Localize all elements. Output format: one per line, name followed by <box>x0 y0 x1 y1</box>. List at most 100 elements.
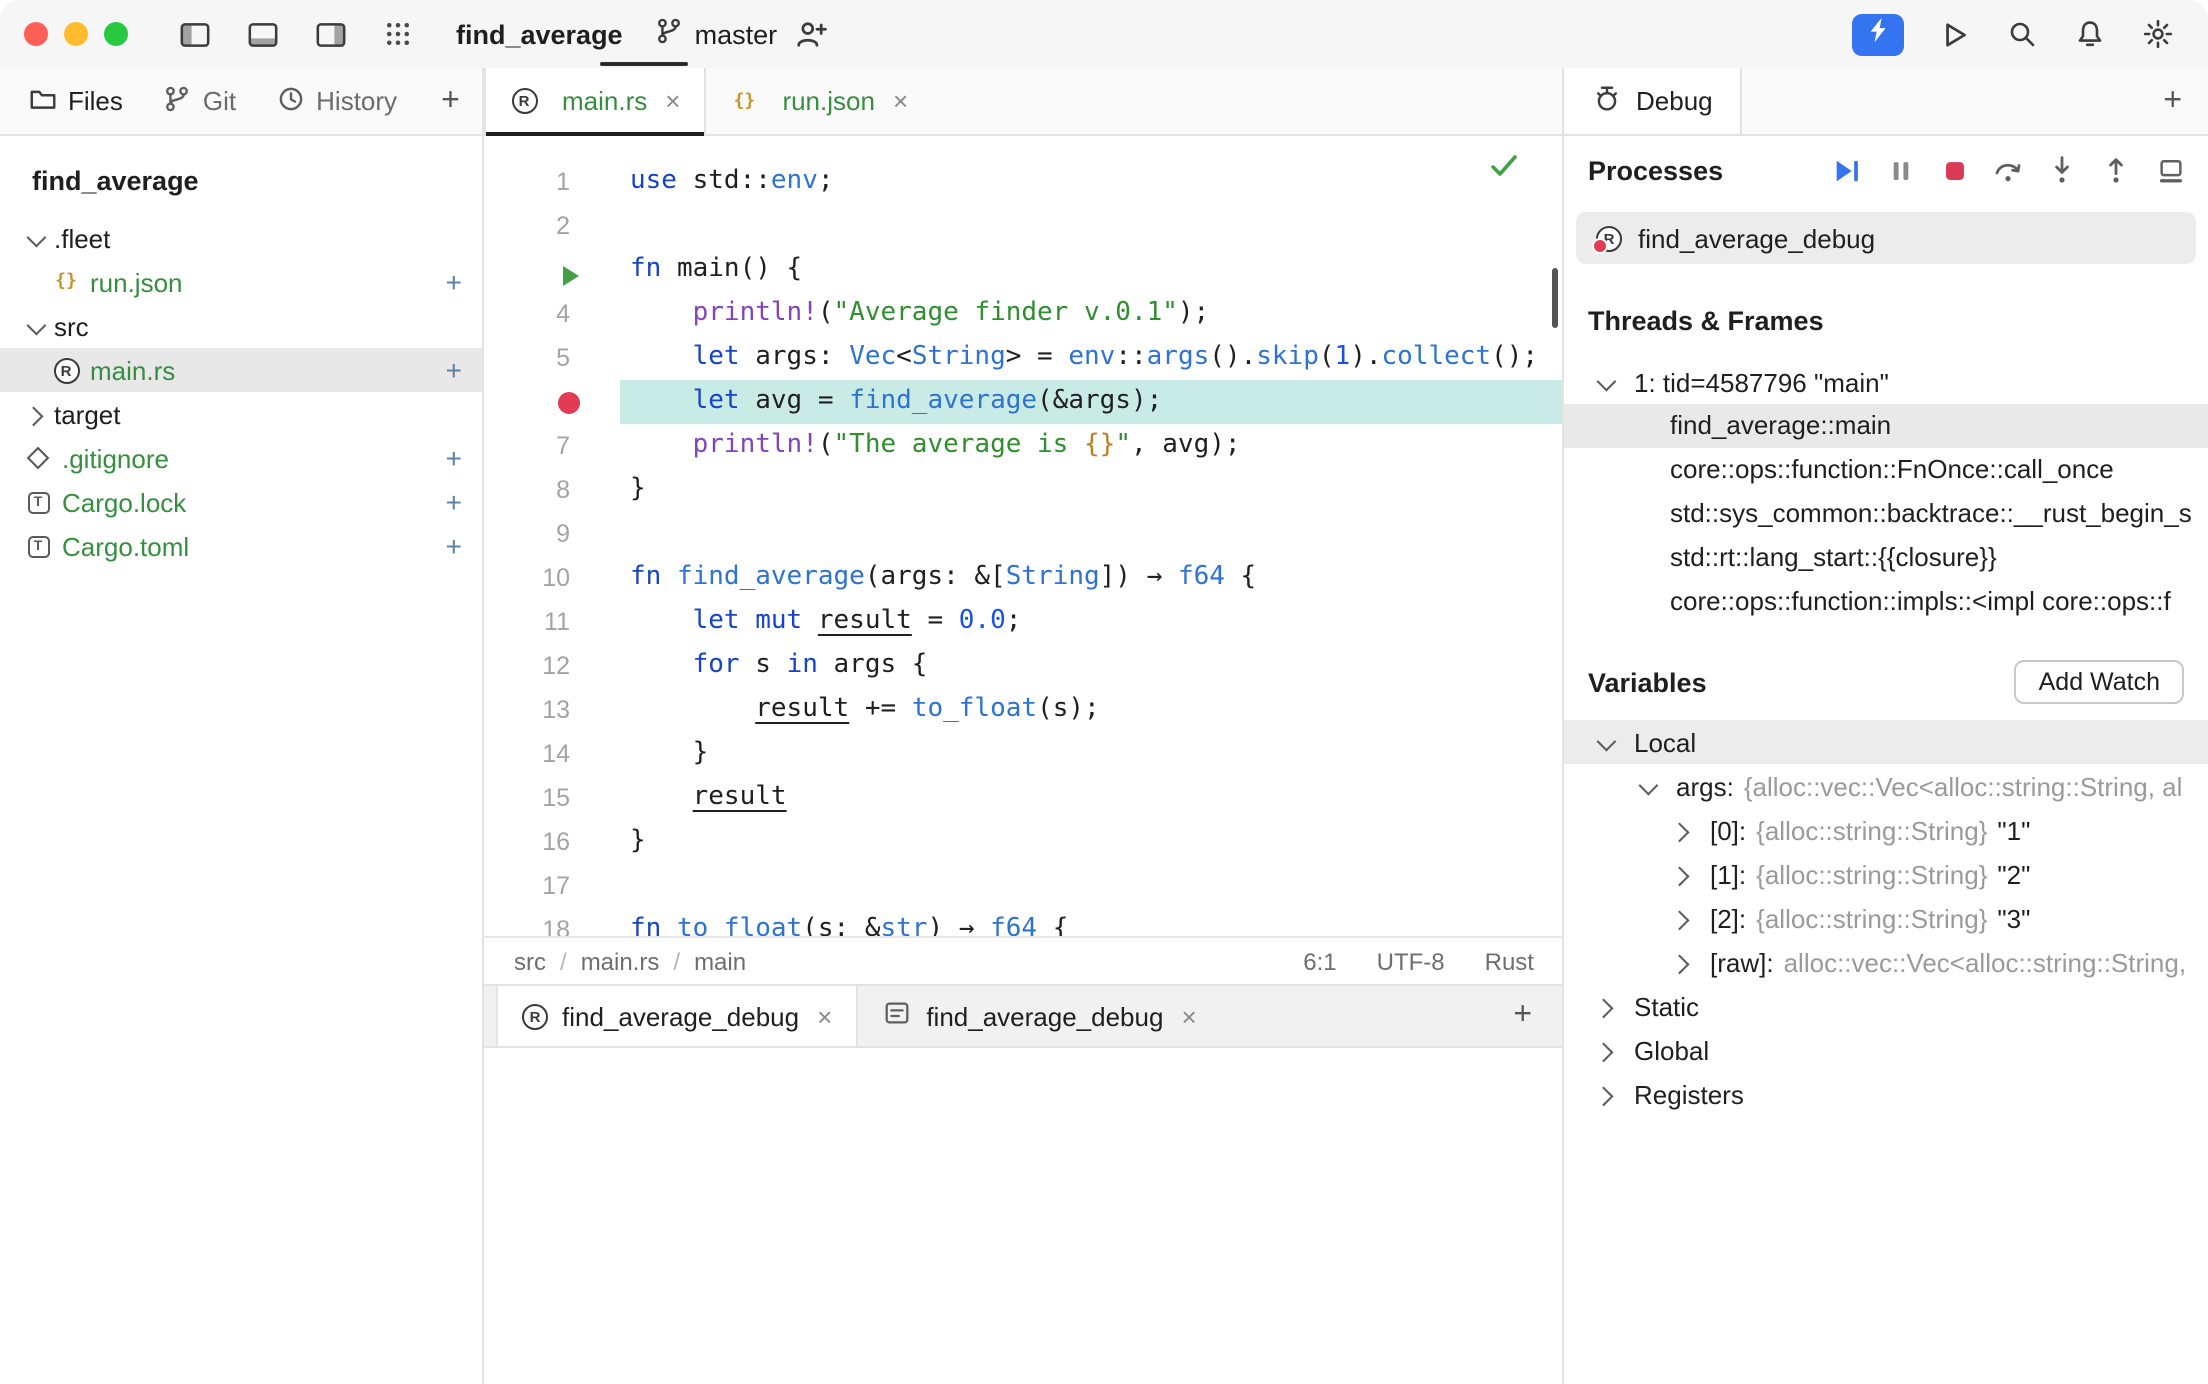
workspace-grid-icon[interactable] <box>374 10 422 58</box>
gutter-cell[interactable]: 2 <box>484 204 620 248</box>
add-watch-button[interactable]: Add Watch <box>2015 660 2184 704</box>
project-title[interactable]: find_average <box>456 19 623 49</box>
inspections-ok-icon[interactable] <box>1490 152 1518 188</box>
focus-frame-icon[interactable] <box>2154 154 2186 186</box>
code-line[interactable]: use std::env; <box>620 160 1562 204</box>
code-line-row[interactable]: 8} <box>484 468 1562 512</box>
breadcrumb-symbol[interactable]: main <box>694 947 746 975</box>
code-line[interactable]: println!("Average finder v.0.1"); <box>620 292 1562 336</box>
gutter-cell[interactable]: 15 <box>484 776 620 820</box>
tab-debug[interactable]: Debug <box>1564 68 1743 134</box>
code-line-row[interactable]: 10fn find_average(args: &[String]) → f64… <box>484 556 1562 600</box>
gutter-cell[interactable]: 4 <box>484 292 620 336</box>
tree-item-target[interactable]: target <box>0 392 482 436</box>
step-into-icon[interactable] <box>2046 154 2078 186</box>
code-line[interactable]: let mut result = 0.0; <box>620 600 1562 644</box>
bottom-tab-1[interactable]: find_average_debug× <box>858 986 1220 1046</box>
gutter-cell[interactable]: 13 <box>484 688 620 732</box>
editor-tab-run.json[interactable]: {}run.json× <box>706 68 932 134</box>
breadcrumb[interactable]: src / main.rs / main <box>514 947 746 975</box>
code-editor[interactable]: 1use std::env;2fn main() {4 println!("Av… <box>484 136 1562 936</box>
scope-registers[interactable]: Registers <box>1564 1072 2208 1116</box>
code-line[interactable]: for s in args { <box>620 644 1562 688</box>
code-line[interactable] <box>620 512 1562 556</box>
tree-item-.fleet[interactable]: .fleet <box>0 216 482 260</box>
gutter-cell[interactable]: 1 <box>484 160 620 204</box>
variable-row[interactable]: [0]:{alloc::string::String}"1" <box>1564 808 2208 852</box>
gutter-cell[interactable] <box>484 380 620 424</box>
gutter-cell[interactable]: 17 <box>484 864 620 908</box>
debug-mode-button[interactable] <box>1852 13 1904 55</box>
breakpoint-icon[interactable] <box>558 391 580 413</box>
gutter-cell[interactable]: 7 <box>484 424 620 468</box>
breadcrumb-src[interactable]: src <box>514 947 546 975</box>
file-language[interactable]: Rust <box>1485 947 1534 975</box>
code-line[interactable] <box>620 864 1562 908</box>
close-icon[interactable]: × <box>665 86 680 116</box>
variable-row[interactable]: [2]:{alloc::string::String}"3" <box>1564 896 2208 940</box>
panel-tab-git[interactable]: Git <box>163 83 236 119</box>
gutter-cell[interactable]: 12 <box>484 644 620 688</box>
code-line-row[interactable]: 14 } <box>484 732 1562 776</box>
code-line[interactable]: fn find_average(args: &[String]) → f64 { <box>620 556 1562 600</box>
close-icon[interactable]: × <box>817 1001 832 1031</box>
panel-tab-files[interactable]: Files <box>28 83 123 119</box>
gutter-cell[interactable]: 16 <box>484 820 620 864</box>
project-root-label[interactable]: find_average <box>0 156 482 204</box>
code-line-row[interactable]: 18fn to_float(s: &str) → f64 { <box>484 908 1562 936</box>
editor-tab-main.rs[interactable]: Rmain.rs× <box>484 68 706 134</box>
tree-item-Cargo.toml[interactable]: TCargo.toml+ <box>0 524 482 568</box>
gutter-cell[interactable]: 18 <box>484 908 620 936</box>
file-encoding[interactable]: UTF-8 <box>1377 947 1445 975</box>
code-line-row[interactable]: 1use std::env; <box>484 160 1562 204</box>
gutter-cell[interactable]: 14 <box>484 732 620 776</box>
scope-global[interactable]: Global <box>1564 1028 2208 1072</box>
code-line[interactable]: fn to_float(s: &str) → f64 { <box>620 908 1562 936</box>
editor-scrollbar-thumb[interactable] <box>1552 268 1558 328</box>
tree-item-src[interactable]: src <box>0 304 482 348</box>
variable-row[interactable]: [1]:{alloc::string::String}"2" <box>1564 852 2208 896</box>
breadcrumb-file[interactable]: main.rs <box>581 947 660 975</box>
code-line-row[interactable]: 4 println!("Average finder v.0.1"); <box>484 292 1562 336</box>
close-window-button[interactable] <box>24 22 48 46</box>
thread-item[interactable]: 1: tid=4587796 "main" <box>1564 360 2208 404</box>
gutter-cell[interactable]: 10 <box>484 556 620 600</box>
gutter-cell[interactable]: 5 <box>484 336 620 380</box>
stack-frame[interactable]: core::ops::function::FnOnce::call_once <box>1564 448 2208 492</box>
add-debug-tab-button[interactable]: + <box>2163 85 2208 117</box>
close-icon[interactable]: × <box>1181 1001 1196 1031</box>
stack-frame[interactable]: std::sys_common::backtrace::__rust_begin… <box>1564 492 2208 536</box>
code-line-row[interactable]: 12 for s in args { <box>484 644 1562 688</box>
code-line[interactable] <box>620 204 1562 248</box>
code-line[interactable]: } <box>620 468 1562 512</box>
code-line[interactable]: result += to_float(s); <box>620 688 1562 732</box>
code-line-row[interactable]: 15 result <box>484 776 1562 820</box>
add-bottom-tab-button[interactable]: + <box>1513 1000 1562 1032</box>
gutter-cell[interactable] <box>484 248 620 292</box>
code-line-row[interactable]: 17 <box>484 864 1562 908</box>
code-line-row[interactable]: 5 let args: Vec<String> = env::args().sk… <box>484 336 1562 380</box>
resume-icon[interactable] <box>1830 154 1862 186</box>
code-line[interactable]: } <box>620 732 1562 776</box>
code-line-row[interactable]: 2 <box>484 204 1562 248</box>
code-line-row[interactable]: 16} <box>484 820 1562 864</box>
tree-item-main.rs[interactable]: Rmain.rs+ <box>0 348 482 392</box>
search-button[interactable] <box>1998 10 2046 58</box>
process-item[interactable]: R find_average_debug <box>1576 212 2196 264</box>
panel-tab-history[interactable]: History <box>276 83 397 119</box>
pause-icon[interactable] <box>1884 154 1916 186</box>
stop-icon[interactable] <box>1938 154 1970 186</box>
settings-button[interactable] <box>2134 10 2182 58</box>
tree-item-Cargo.lock[interactable]: TCargo.lock+ <box>0 480 482 524</box>
run-button[interactable] <box>1930 10 1978 58</box>
code-line[interactable]: println!("The average is {}", avg); <box>620 424 1562 468</box>
code-line-row[interactable]: 13 result += to_float(s); <box>484 688 1562 732</box>
tree-item-.gitignore[interactable]: .gitignore+ <box>0 436 482 480</box>
code-line-row[interactable]: 9 <box>484 512 1562 556</box>
scope-static[interactable]: Static <box>1564 984 2208 1028</box>
stack-frame[interactable]: find_average::main <box>1564 404 2208 448</box>
code-line[interactable]: let args: Vec<String> = env::args().skip… <box>620 336 1562 380</box>
code-line[interactable]: fn main() { <box>620 248 1562 292</box>
variable-row[interactable]: args:{alloc::vec::Vec<alloc::string::Str… <box>1564 764 2208 808</box>
code-line-row[interactable]: 11 let mut result = 0.0; <box>484 600 1562 644</box>
